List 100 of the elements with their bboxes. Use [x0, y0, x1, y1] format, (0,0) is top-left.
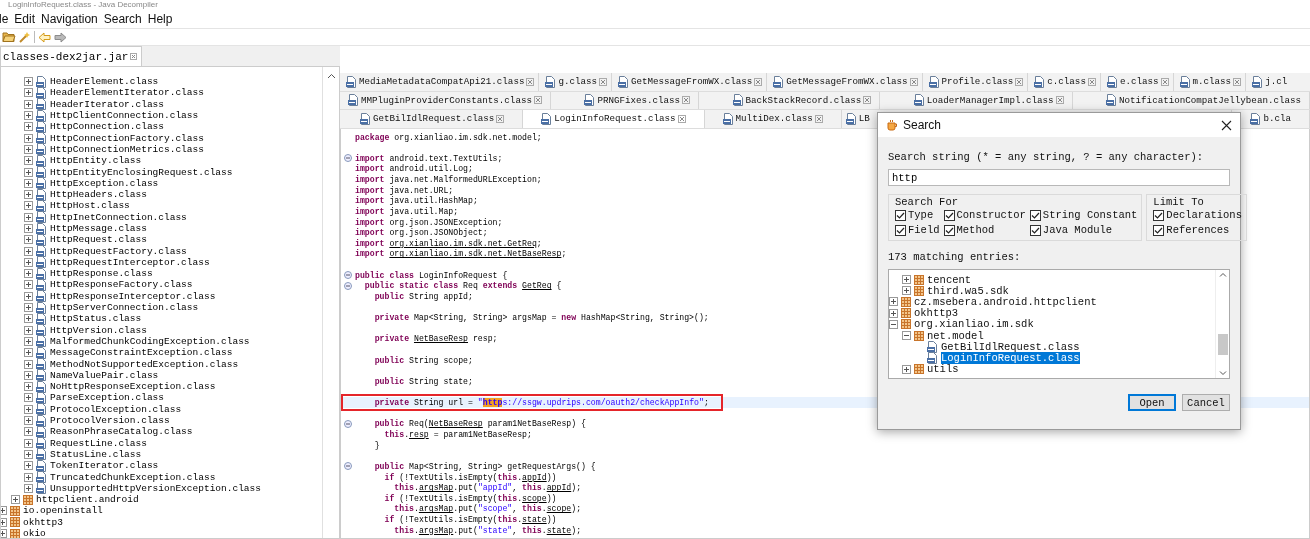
- editor-tab[interactable]: m.class: [1173, 73, 1247, 91]
- expand-icon[interactable]: [24, 348, 33, 358]
- checkbox[interactable]: [943, 224, 955, 236]
- collapse-icon[interactable]: [889, 319, 898, 329]
- tree-item[interactable]: HttpRequestFactory.class: [50, 245, 187, 257]
- expand-icon[interactable]: [24, 224, 33, 233]
- editor-tab[interactable]: PRNGFixes.class: [576, 91, 700, 110]
- editor-tab[interactable]: LoaderManagerImpl.class: [905, 91, 1073, 110]
- expand-icon[interactable]: [24, 178, 33, 188]
- tree-item[interactable]: HttpVersion.class: [50, 324, 147, 336]
- tree-item[interactable]: ProtocolVersion.class: [50, 415, 170, 427]
- tree-item[interactable]: NameValuePair.class: [50, 369, 159, 381]
- tree-item[interactable]: HeaderIterator.class: [50, 98, 165, 110]
- expand-icon[interactable]: [24, 269, 33, 279]
- tree-item[interactable]: RequestLine.class: [50, 437, 147, 449]
- panel-tab[interactable]: classes-dex2jar.jar: [0, 46, 143, 66]
- expand-icon[interactable]: [24, 144, 33, 154]
- tree-item[interactable]: HttpRequest.class: [50, 234, 147, 246]
- expand-icon[interactable]: [24, 133, 33, 143]
- tree-item[interactable]: HttpHeaders.class: [50, 189, 147, 201]
- expand-icon[interactable]: [889, 308, 898, 318]
- expand-icon[interactable]: [902, 286, 911, 296]
- expand-icon[interactable]: [902, 364, 911, 374]
- tree-item[interactable]: HeaderElement.class: [50, 76, 159, 88]
- expand-icon[interactable]: [24, 291, 33, 301]
- expand-icon[interactable]: [24, 201, 33, 211]
- tree-item[interactable]: HttpConnectionMetrics.class: [50, 143, 204, 155]
- expand-icon[interactable]: [24, 156, 33, 166]
- menu-item[interactable]: Search: [103, 11, 142, 26]
- expand-icon[interactable]: [24, 325, 33, 335]
- tree-item[interactable]: okhttp3: [914, 307, 959, 320]
- menu-item[interactable]: le: [0, 11, 9, 26]
- wand-icon[interactable]: [19, 31, 31, 43]
- editor-tab[interactable]: g.class: [539, 73, 612, 91]
- expand-icon[interactable]: [24, 99, 33, 109]
- menu-item[interactable]: Help: [147, 11, 173, 26]
- expand-icon[interactable]: [24, 404, 33, 414]
- expand-icon[interactable]: [24, 257, 33, 267]
- expand-icon[interactable]: [24, 122, 33, 132]
- expand-icon[interactable]: [24, 246, 33, 256]
- expand-icon[interactable]: [24, 438, 33, 448]
- tree-item[interactable]: UnsupportedHttpVersionException.class: [50, 482, 261, 494]
- tree-item[interactable]: HttpResponse.class: [50, 268, 153, 280]
- editor-tab[interactable]: MultiDex.class: [704, 110, 842, 128]
- tree-item[interactable]: GetBilIdlRequest.class: [941, 340, 1080, 353]
- tree-item[interactable]: HttpConnectionFactory.class: [50, 132, 204, 144]
- tree-item[interactable]: TruncatedChunkException.class: [50, 471, 216, 483]
- expand-icon[interactable]: [24, 167, 33, 177]
- expand-icon[interactable]: [24, 449, 33, 459]
- menu-item[interactable]: Edit: [14, 11, 36, 26]
- tree-item[interactable]: LoginInfoRequest.class: [941, 351, 1080, 364]
- forward-arrow-icon[interactable]: [54, 31, 67, 43]
- tree-item[interactable]: HttpServerConnection.class: [50, 302, 199, 314]
- editor-tab[interactable]: NotificationCompatJellybean.class: [1098, 91, 1310, 110]
- editor-tab[interactable]: MediaMetadataCompatApi21.class: [340, 73, 540, 91]
- expand-icon[interactable]: [1, 506, 7, 516]
- expand-icon[interactable]: [902, 275, 911, 285]
- expand-icon[interactable]: [24, 111, 33, 121]
- expand-icon[interactable]: [24, 303, 33, 313]
- tree-item[interactable]: net.model: [927, 329, 984, 342]
- expand-icon[interactable]: [24, 382, 33, 392]
- collapse-icon[interactable]: [902, 331, 911, 341]
- tree-item[interactable]: HttpClientConnection.class: [50, 110, 199, 122]
- expand-icon[interactable]: [24, 393, 33, 403]
- tree-item[interactable]: MessageConstraintException.class: [50, 347, 233, 359]
- tree-item[interactable]: HttpConnection.class: [50, 121, 165, 133]
- tree-item[interactable]: cz.msebera.android.httpclient: [914, 295, 1097, 308]
- tree-item[interactable]: HttpStatus.class: [50, 313, 142, 325]
- editor-tab[interactable]: GetMessageFromWX.class: [767, 73, 923, 91]
- expand-icon[interactable]: [24, 77, 33, 87]
- expand-icon[interactable]: [24, 212, 33, 222]
- tree-item[interactable]: HttpException.class: [50, 177, 159, 189]
- expand-icon[interactable]: [24, 280, 33, 290]
- tree-item[interactable]: ProtocolException.class: [50, 403, 182, 415]
- cancel-button[interactable]: Cancel: [1182, 394, 1230, 411]
- checkbox[interactable]: [1029, 224, 1041, 236]
- search-field[interactable]: http: [888, 169, 1230, 186]
- editor-tab[interactable]: GetBilIdlRequest.class: [340, 110, 524, 128]
- menu-item[interactable]: Navigation: [41, 11, 98, 26]
- editor-tab[interactable]: j.cl: [1246, 73, 1310, 91]
- editor-tab[interactable]: Profile.class: [922, 73, 1029, 91]
- close-icon[interactable]: [1221, 119, 1232, 131]
- tree-item[interactable]: HttpHost.class: [50, 200, 130, 212]
- editor-tab[interactable]: GetMessageFromWX.class: [612, 73, 768, 91]
- tree-item[interactable]: MethodNotSupportedException.class: [50, 358, 239, 370]
- expand-icon[interactable]: [24, 314, 33, 324]
- tree-item[interactable]: HttpEntity.class: [50, 155, 142, 167]
- expand-icon[interactable]: [24, 427, 33, 437]
- editor-tab[interactable]: LoginInfoRequest.class: [523, 110, 705, 128]
- editor-tab[interactable]: e.class: [1100, 73, 1174, 91]
- expand-icon[interactable]: [24, 483, 33, 493]
- tree-item[interactable]: org.xianliao.im.sdk: [914, 318, 1034, 331]
- checkbox[interactable]: [943, 209, 955, 221]
- tree-item[interactable]: HttpMessage.class: [50, 223, 147, 234]
- expand-icon[interactable]: [24, 190, 33, 200]
- scroll-thumb[interactable]: [1217, 333, 1228, 355]
- tree-item[interactable]: httpclient.android: [36, 494, 139, 506]
- tree-item[interactable]: MalformedChunkCodingException.class: [50, 335, 250, 347]
- checkbox[interactable]: [1029, 209, 1041, 221]
- tree-item[interactable]: HttpResponseInterceptor.class: [50, 290, 216, 302]
